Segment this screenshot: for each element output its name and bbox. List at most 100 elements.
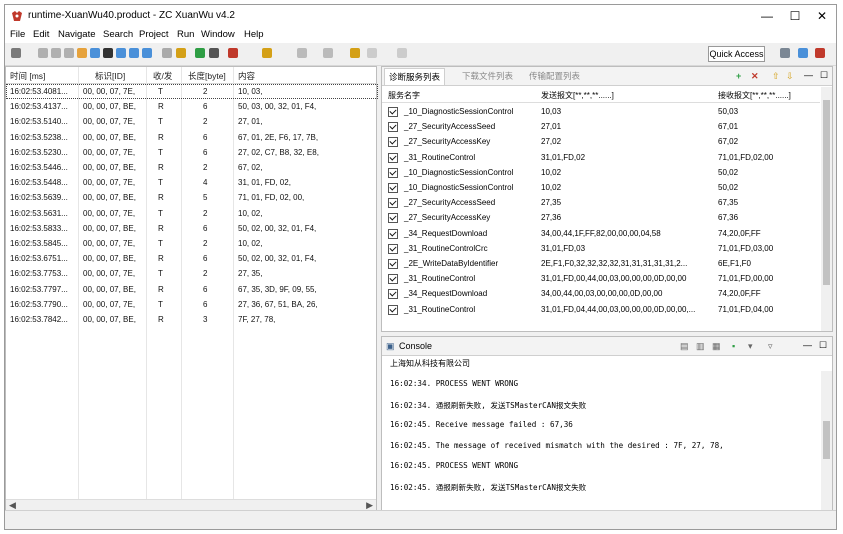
- open-perspective-icon[interactable]: [780, 48, 790, 58]
- service-checkbox[interactable]: [388, 167, 398, 178]
- quick-access-input[interactable]: Quick Access: [708, 46, 765, 62]
- target-icon[interactable]: [90, 48, 100, 58]
- service-checkbox[interactable]: [388, 228, 398, 239]
- tab-diagnostic-services[interactable]: 诊断服务列表: [384, 68, 446, 85]
- col-dir[interactable]: 收/发: [153, 70, 172, 82]
- pin-console-icon[interactable]: ▪: [732, 341, 735, 351]
- word-wrap-icon[interactable]: ▦: [712, 341, 721, 351]
- menu-edit[interactable]: Edit: [33, 29, 49, 40]
- table-row[interactable]: 16:02:53.5230... 00, 00, 07, 7E, T 6 27, 02,…: [6, 145, 378, 160]
- table-row[interactable]: 16:02:53.7790... 00, 00, 07, 7E, T 6 27, 36,…: [6, 297, 378, 312]
- list-item[interactable]: _10_DiagnosticSessionControl 10,02 50,02: [382, 180, 820, 195]
- tab-transfer-config[interactable]: 传输配置列表: [529, 70, 580, 82]
- maximize-button[interactable]: ☐: [780, 5, 810, 27]
- table-row[interactable]: 16:02:53.7753... 00, 00, 07, 7E, T 2 27, 35,: [6, 266, 378, 281]
- scroll-thumb[interactable]: [823, 421, 830, 459]
- debug-icon[interactable]: [228, 48, 238, 58]
- list-item[interactable]: _27_SecurityAccessKey 27,36 67,36: [382, 210, 820, 225]
- clear-console-icon[interactable]: ▤: [680, 341, 689, 351]
- menu-project[interactable]: Project: [139, 29, 169, 40]
- list-item[interactable]: _34_RequestDownload 34,00,44,1F,FF,82,00,…: [382, 226, 820, 241]
- table-row[interactable]: 16:02:53.5140... 00, 00, 07, 7E, T 2 27, 01,: [6, 114, 378, 129]
- list-item[interactable]: _31_RoutineControl 31,01,FD,02 71,01,FD,02…: [382, 150, 820, 165]
- table-row[interactable]: 16:02:53.5639... 00, 00, 07, BE, R 5 71, 01,…: [6, 190, 378, 205]
- gear-icon[interactable]: [77, 48, 87, 58]
- minimize-console-icon[interactable]: —: [803, 340, 812, 350]
- perspective-icon[interactable]: [798, 48, 808, 58]
- service-checkbox[interactable]: [388, 213, 398, 224]
- list-item[interactable]: _27_SecurityAccessSeed 27,35 67,35: [382, 195, 820, 210]
- table-row[interactable]: 16:02:53.4081... 00, 00, 07, 7E, T 2 10, 03,: [6, 84, 378, 99]
- display-console-icon[interactable]: ▾: [748, 341, 753, 351]
- col-id[interactable]: 标识[ID]: [95, 70, 125, 82]
- list-item[interactable]: _10_DiagnosticSessionControl 10,02 50,02: [382, 165, 820, 180]
- list-item[interactable]: _34_RequestDownload 34,00,44,00,03,00,00,…: [382, 286, 820, 301]
- table-row[interactable]: 16:02:53.5833... 00, 00, 07, BE, R 6 50, 02,…: [6, 221, 378, 236]
- pen-icon[interactable]: [162, 48, 172, 58]
- col-receive[interactable]: 接收报文[**,**,**......]: [718, 90, 791, 101]
- scroll-thumb[interactable]: [823, 100, 830, 285]
- col-time[interactable]: 时间 [ms]: [10, 70, 45, 82]
- maximize-console-icon[interactable]: ☐: [819, 340, 827, 350]
- add-icon[interactable]: +: [736, 71, 741, 81]
- list-item[interactable]: _31_RoutineControl 31,01,FD,00,44,00,03,0…: [382, 271, 820, 286]
- save-icon[interactable]: [38, 48, 48, 58]
- service-checkbox[interactable]: [388, 259, 398, 269]
- move-up-icon[interactable]: ⇧: [772, 71, 780, 81]
- service-checkbox[interactable]: [388, 152, 398, 163]
- menu-run[interactable]: Run: [177, 29, 194, 40]
- service-checkbox[interactable]: [388, 122, 398, 133]
- console-tab[interactable]: Console: [399, 341, 432, 351]
- forward-icon[interactable]: [397, 48, 407, 58]
- import-icon[interactable]: [116, 48, 126, 58]
- service-checkbox[interactable]: [388, 198, 398, 209]
- menu-help[interactable]: Help: [244, 29, 264, 40]
- col-content[interactable]: 内容: [238, 70, 255, 82]
- service-checkbox[interactable]: [388, 289, 398, 300]
- tab-download-files[interactable]: 下载文件列表: [462, 70, 513, 82]
- service-checkbox[interactable]: [388, 137, 398, 148]
- table-row[interactable]: 16:02:53.5446... 00, 00, 07, BE, R 2 67, 02,: [6, 160, 378, 175]
- minimize-button[interactable]: —: [752, 5, 782, 27]
- table-row[interactable]: 16:02:53.7797... 00, 00, 07, BE, R 6 67, 35,…: [6, 282, 378, 297]
- table-row[interactable]: 16:02:53.5448... 00, 00, 07, 7E, T 4 31, 01,…: [6, 175, 378, 190]
- run-icon[interactable]: [195, 48, 205, 58]
- sync-icon[interactable]: [103, 48, 113, 58]
- table-row[interactable]: 16:02:53.5631... 00, 00, 07, 7E, T 2 10, 02,: [6, 206, 378, 221]
- delete-icon[interactable]: ✕: [751, 71, 759, 81]
- brush-icon[interactable]: [176, 48, 186, 58]
- menu-search[interactable]: Search: [103, 29, 133, 40]
- open-console-icon[interactable]: ▿: [768, 341, 773, 351]
- minimize-view-icon[interactable]: —: [804, 70, 813, 80]
- list-item[interactable]: _10_DiagnosticSessionControl 10,03 50,03: [382, 104, 820, 119]
- service-checkbox[interactable]: [388, 274, 398, 285]
- col-send[interactable]: 发送报文[**,**,**......]: [541, 90, 614, 101]
- xuanwu-perspective-icon[interactable]: [815, 48, 825, 58]
- back-icon[interactable]: [367, 48, 377, 58]
- table-row[interactable]: 16:02:53.6751... 00, 00, 07, BE, R 6 50, 02,…: [6, 251, 378, 266]
- move-down-icon[interactable]: ⇩: [786, 71, 794, 81]
- menu-navigate[interactable]: Navigate: [58, 29, 96, 40]
- chart-icon[interactable]: [142, 48, 152, 58]
- tool-icon[interactable]: [262, 48, 272, 58]
- save-all-icon[interactable]: [51, 48, 61, 58]
- list-item[interactable]: _31_RoutineControlCrc 31,01,FD,03 71,01,FD…: [382, 241, 820, 256]
- console-vscrollbar[interactable]: [821, 371, 832, 512]
- service-checkbox[interactable]: [388, 304, 398, 315]
- print-icon[interactable]: [64, 48, 74, 58]
- new-icon[interactable]: [11, 48, 21, 58]
- list-item[interactable]: _31_RoutineControl 31,01,FD,04,44,00,03,0…: [382, 302, 820, 317]
- table-row[interactable]: 16:02:53.5238... 00, 00, 07, BE, R 6 67, 01,…: [6, 130, 378, 145]
- table-row[interactable]: 16:02:53.7842... 00, 00, 07, BE, R 3 7F, 27,…: [6, 312, 378, 327]
- col-length[interactable]: 长度[byte]: [188, 70, 226, 82]
- export-icon[interactable]: [129, 48, 139, 58]
- stop-icon[interactable]: [209, 48, 219, 58]
- scroll-lock-icon[interactable]: ▥: [696, 341, 705, 351]
- close-button[interactable]: ✕: [807, 5, 837, 27]
- back-history-icon[interactable]: [350, 48, 360, 58]
- service-checkbox[interactable]: [388, 243, 398, 254]
- nav-icon[interactable]: [297, 48, 307, 58]
- menu-window[interactable]: Window: [201, 29, 235, 40]
- service-checkbox[interactable]: [388, 183, 398, 193]
- services-vscrollbar[interactable]: [821, 87, 832, 331]
